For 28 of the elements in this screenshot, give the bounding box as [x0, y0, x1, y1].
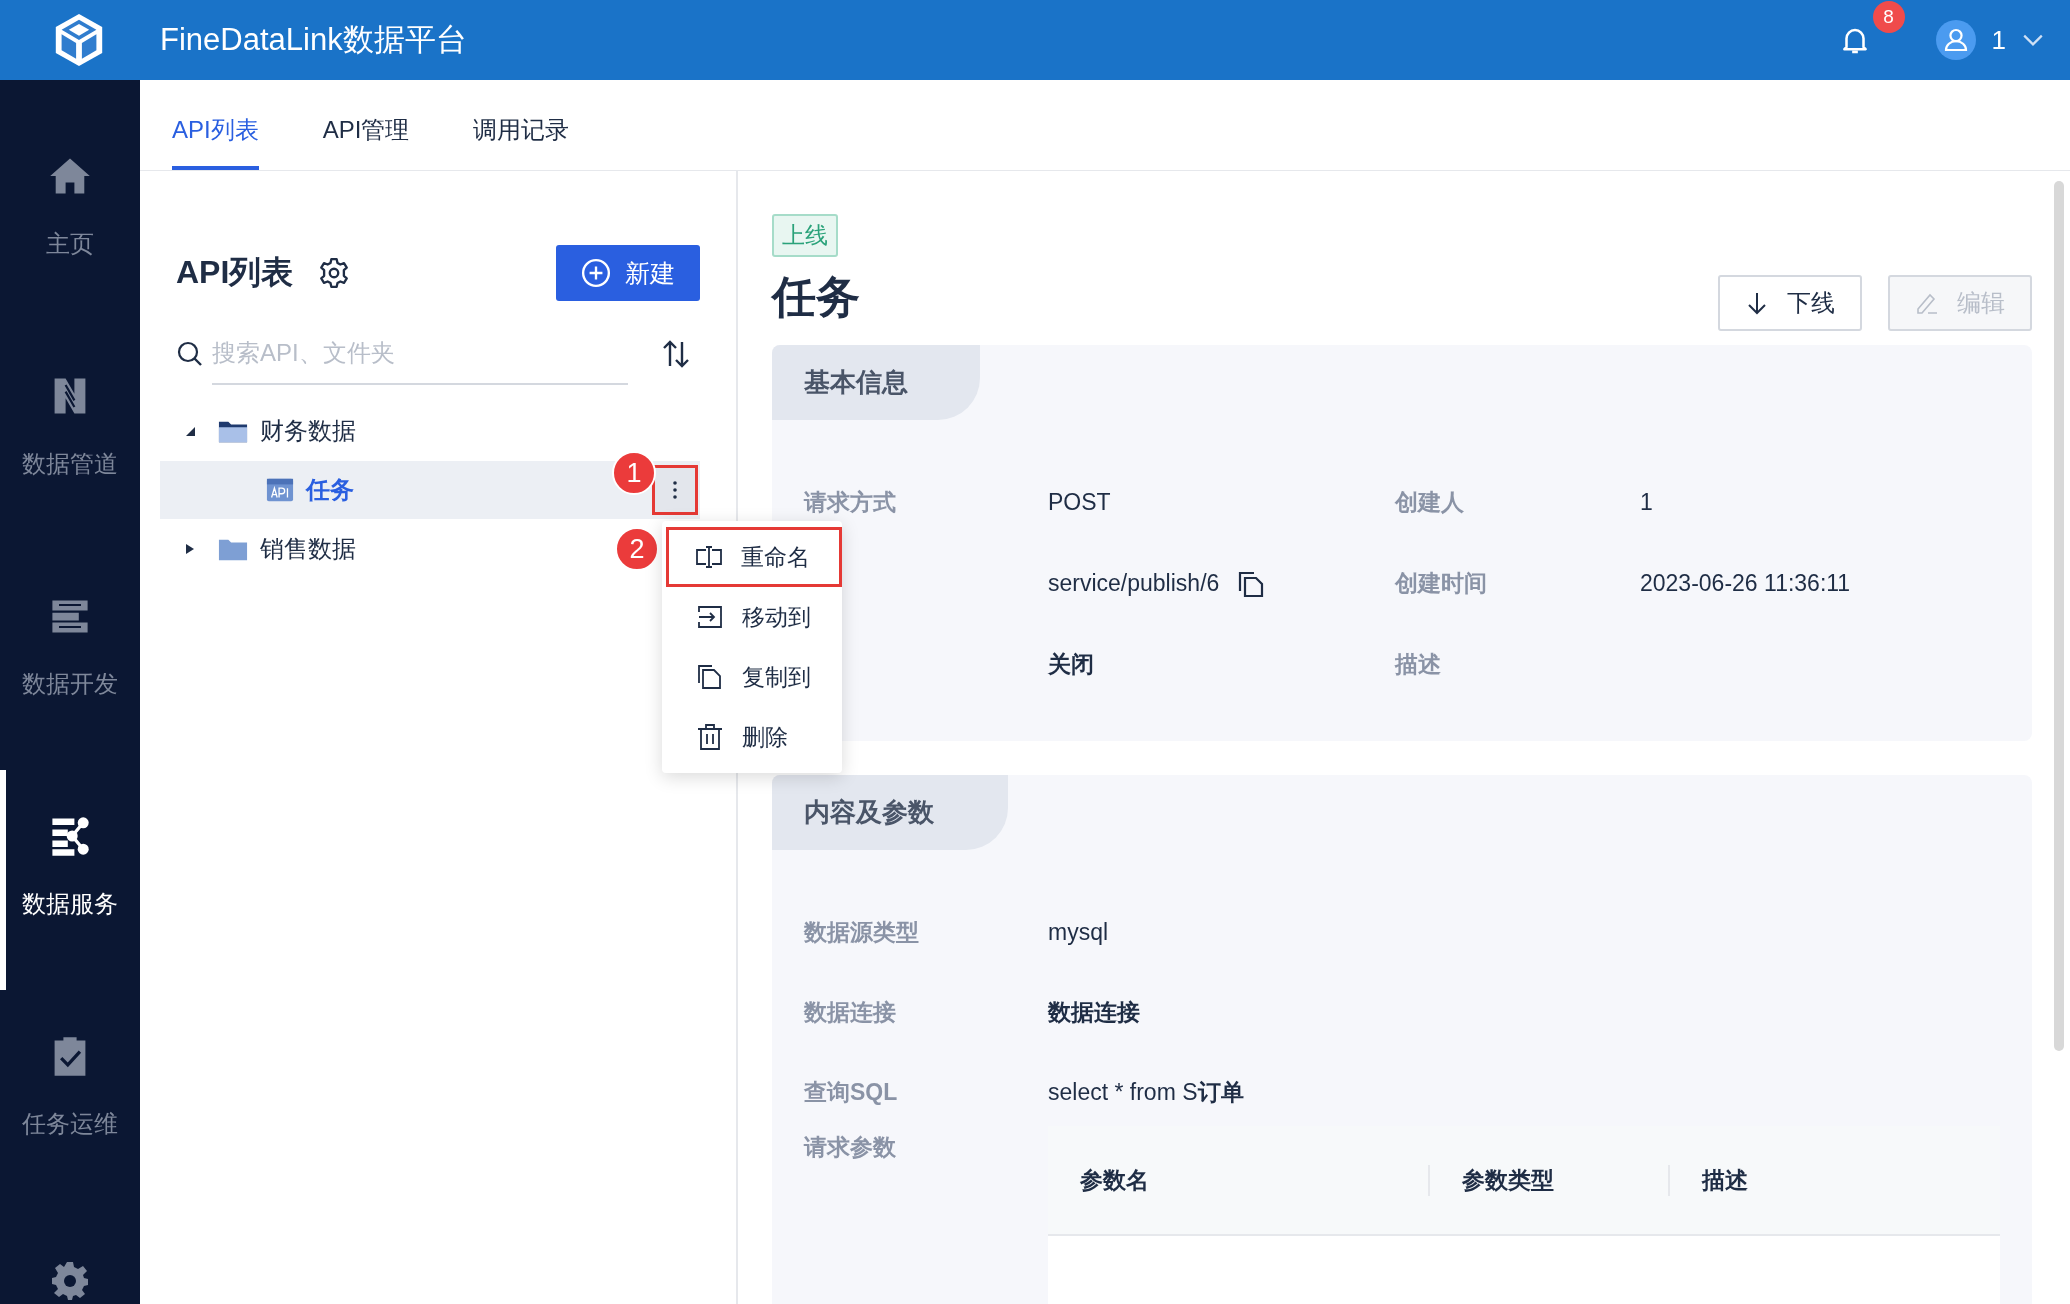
field-value: mysql [1048, 918, 1109, 946]
notification-count: 8 [1872, 1, 1905, 33]
section-heading: 内容及参数 [772, 775, 1008, 850]
app-title: FineDataLink数据平台 [160, 21, 467, 59]
field-value: 数据连接 [1048, 997, 1140, 1027]
field-value: select * from S订单 [1048, 1077, 1244, 1107]
step-number-badge: 2 [615, 527, 659, 571]
field-value: service/publish/6 [1048, 570, 1220, 597]
column-header: 描述 [1700, 1165, 1748, 1195]
field-value: 关闭 [1048, 650, 1094, 679]
field-label: 描述 [1395, 650, 1441, 679]
column-header: 参数名 [1048, 1164, 1430, 1196]
field-label: 请求方式 [804, 488, 896, 517]
field-label: 查询SQL [804, 1077, 899, 1107]
panel-title: API列表 [176, 253, 294, 292]
field-label: 请求参数 [804, 1133, 897, 1162]
detail-title: 任务 [772, 270, 860, 323]
field-value: 2023-06-26 11:36:11 [1640, 570, 1851, 597]
field-value: 1 [1640, 489, 1653, 516]
step-number-badge: 1 [612, 451, 656, 495]
field-value: POST [1048, 489, 1111, 516]
section-heading: 基本信息 [772, 345, 980, 420]
field-label: 创建人 [1395, 488, 1464, 517]
column-header: 参数类型 [1430, 1164, 1670, 1196]
field-label: 创建时间 [1395, 569, 1487, 598]
status-tag: 上线 [772, 214, 838, 257]
field-label: 数据源类型 [804, 917, 920, 947]
field-label: 数据连接 [804, 997, 897, 1027]
